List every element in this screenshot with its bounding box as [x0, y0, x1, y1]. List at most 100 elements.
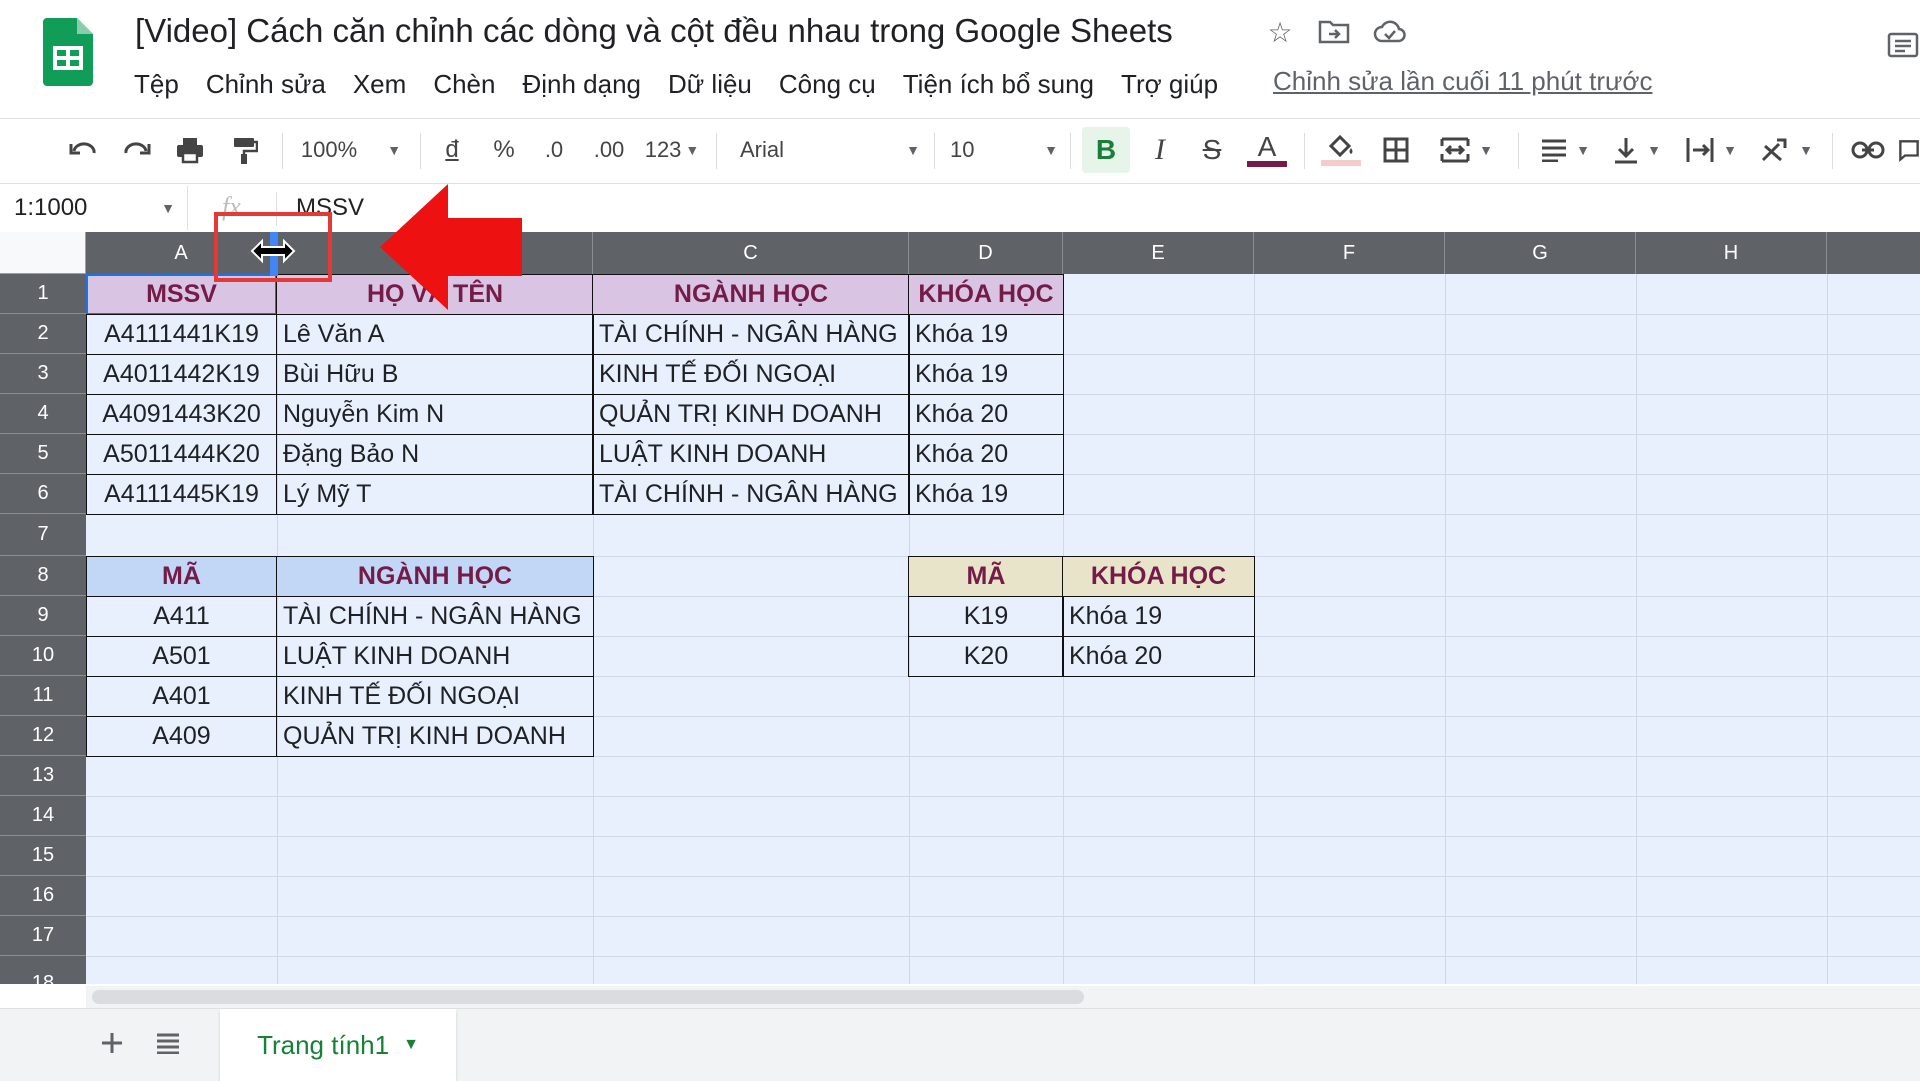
menu-help[interactable]: Trợ giúp	[1121, 69, 1218, 100]
table-cell[interactable]: Khóa 20	[1062, 636, 1255, 677]
bold-button[interactable]: B	[1082, 127, 1130, 173]
row-header-9[interactable]: 9	[0, 596, 86, 636]
vertical-align-icon[interactable]: ▼	[1604, 127, 1670, 173]
menu-tools[interactable]: Công cụ	[779, 69, 876, 100]
comments-icon[interactable]	[1886, 30, 1920, 64]
table-cell[interactable]: Khóa 19	[908, 474, 1064, 515]
text-wrapping-icon[interactable]: ▼	[1676, 127, 1746, 173]
star-icon[interactable]: ☆	[1262, 14, 1298, 50]
table-header-cell[interactable]: NGÀNH HỌC	[592, 274, 910, 315]
table-cell[interactable]: A411	[86, 596, 277, 637]
column-header-e[interactable]: E	[1063, 232, 1254, 274]
table-cell[interactable]: A4111445K19	[86, 474, 277, 515]
font-family-select[interactable]: Arial ▼	[740, 127, 920, 173]
merge-cells-icon[interactable]: ▼	[1428, 127, 1504, 173]
row-header-8[interactable]: 8	[0, 556, 86, 596]
row-header-11[interactable]: 11	[0, 676, 86, 716]
strikethrough-button[interactable]: S	[1190, 127, 1234, 173]
table-cell[interactable]: Đặng Bảo N	[276, 434, 594, 475]
table-cell[interactable]: Khóa 19	[908, 314, 1064, 355]
row-header-7[interactable]: 7	[0, 514, 86, 556]
text-color-button[interactable]: A	[1244, 127, 1290, 173]
table-cell[interactable]: Khóa 20	[908, 434, 1064, 475]
table-cell[interactable]: TÀI CHÍNH - NGÂN HÀNG	[592, 474, 910, 515]
row-header-16[interactable]: 16	[0, 876, 86, 916]
table-cell[interactable]: TÀI CHÍNH - NGÂN HÀNG	[276, 596, 594, 637]
undo-icon[interactable]	[62, 127, 106, 173]
column-header-d[interactable]: D	[909, 232, 1063, 274]
row-header-13[interactable]: 13	[0, 756, 86, 796]
table-header-cell[interactable]: MÃ	[908, 556, 1064, 597]
table-header-cell[interactable]: MÃ	[86, 556, 277, 597]
currency-format-button[interactable]: đ	[432, 127, 472, 173]
menu-data[interactable]: Dữ liệu	[668, 69, 752, 100]
insert-link-icon[interactable]	[1844, 127, 1892, 173]
table-cell[interactable]: TÀI CHÍNH - NGÂN HÀNG	[592, 314, 910, 355]
text-rotation-icon[interactable]: ▼	[1750, 127, 1822, 173]
name-box[interactable]: 1:1000 ▼	[0, 186, 188, 230]
table-cell[interactable]: LUẬT KINH DOANH	[592, 434, 910, 475]
row-header-2[interactable]: 2	[0, 314, 86, 354]
menu-view[interactable]: Xem	[353, 69, 406, 100]
cells-area[interactable]: MSSV HỌ VÀ TÊN NGÀNH HỌC KHÓA HỌC A41114…	[86, 274, 1920, 984]
increase-decimal-button[interactable]: .00	[584, 127, 634, 173]
row-header-6[interactable]: 6	[0, 474, 86, 514]
percent-format-button[interactable]: %	[484, 127, 524, 173]
paint-format-icon[interactable]	[222, 127, 266, 173]
select-all-corner[interactable]	[0, 232, 86, 274]
zoom-select[interactable]: 100% ▼	[296, 127, 406, 173]
table-cell[interactable]: Nguyễn Kim N	[276, 394, 594, 435]
table-cell[interactable]: A5011444K20	[86, 434, 277, 475]
table-cell[interactable]: K20	[908, 636, 1064, 677]
table-cell[interactable]: A4091443K20	[86, 394, 277, 435]
row-header-3[interactable]: 3	[0, 354, 86, 394]
table-cell[interactable]: Khóa 19	[908, 354, 1064, 395]
horizontal-scrollbar[interactable]	[86, 986, 1920, 1008]
menu-insert[interactable]: Chèn	[433, 69, 495, 100]
menu-edit[interactable]: Chỉnh sửa	[206, 69, 326, 100]
table-cell[interactable]: A401	[86, 676, 277, 717]
table-cell[interactable]: K19	[908, 596, 1064, 637]
fill-color-icon[interactable]	[1316, 127, 1366, 173]
table-cell[interactable]: Lê Văn A	[276, 314, 594, 355]
table-cell[interactable]: KINH TẾ ĐỐI NGOẠI	[592, 354, 910, 395]
row-header-18[interactable]: 18	[0, 956, 86, 984]
table-cell[interactable]: QUẢN TRỊ KINH DOANH	[276, 716, 594, 757]
print-icon[interactable]	[168, 127, 212, 173]
scrollbar-thumb[interactable]	[92, 990, 1084, 1004]
menu-format[interactable]: Định dạng	[522, 69, 641, 100]
decrease-decimal-button[interactable]: .0	[532, 127, 576, 173]
table-cell[interactable]: Lý Mỹ T	[276, 474, 594, 515]
row-header-1[interactable]: 1	[0, 274, 86, 314]
table-header-cell[interactable]: KHÓA HỌC	[1062, 556, 1255, 597]
row-header-17[interactable]: 17	[0, 916, 86, 956]
move-to-folder-icon[interactable]	[1316, 14, 1352, 50]
table-cell[interactable]: A409	[86, 716, 277, 757]
all-sheets-button[interactable]	[148, 1023, 188, 1063]
table-cell[interactable]: Bùi Hữu B	[276, 354, 594, 395]
last-edit-link[interactable]: Chỉnh sửa lần cuối 11 phút trước	[1273, 66, 1652, 97]
redo-icon[interactable]	[114, 127, 158, 173]
chevron-down-icon[interactable]: ▼	[403, 1036, 419, 1054]
add-sheet-button[interactable]	[92, 1023, 132, 1063]
column-header-c[interactable]: C	[593, 232, 909, 274]
row-header-10[interactable]: 10	[0, 636, 86, 676]
table-header-cell[interactable]: NGÀNH HỌC	[276, 556, 594, 597]
table-cell[interactable]: A4111441K19	[86, 314, 277, 355]
row-header-14[interactable]: 14	[0, 796, 86, 836]
table-cell[interactable]: QUẢN TRỊ KINH DOANH	[592, 394, 910, 435]
menu-file[interactable]: Tệp	[134, 69, 179, 100]
table-cell[interactable]: A501	[86, 636, 277, 677]
more-formats-button[interactable]: 123 ▼	[638, 127, 706, 173]
table-cell[interactable]: Khóa 20	[908, 394, 1064, 435]
row-header-15[interactable]: 15	[0, 836, 86, 876]
column-header-h[interactable]: H	[1636, 232, 1827, 274]
column-header-f[interactable]: F	[1254, 232, 1445, 274]
insert-comment-icon[interactable]	[1898, 127, 1920, 173]
sheets-logo-icon[interactable]	[43, 18, 93, 86]
table-cell[interactable]: A4011442K19	[86, 354, 277, 395]
cloud-status-icon[interactable]	[1372, 14, 1408, 50]
row-header-5[interactable]: 5	[0, 434, 86, 474]
menu-addons[interactable]: Tiện ích bổ sung	[903, 69, 1094, 100]
column-header-g[interactable]: G	[1445, 232, 1636, 274]
